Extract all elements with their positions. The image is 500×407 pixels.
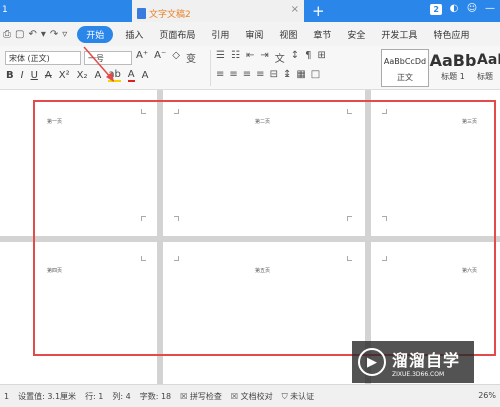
ribbon: 宋体 (正文) 一号 A⁺ A⁻ ◇ 变 B I U A X² X₂ A ab …	[0, 46, 500, 90]
arrow-icon	[83, 46, 114, 82]
menu-bar: ⎙ ▢ ↶ ▾ ↷ ▿ 开始 插入 页面布局 引用 审阅 视图 章节 安全 开发…	[0, 22, 500, 46]
tab-active-document[interactable]: 文字文稿2 ×	[132, 0, 304, 22]
window-count-badge[interactable]: 2	[430, 3, 442, 15]
phonetic-icon[interactable]: 变	[186, 50, 196, 65]
status-word-count[interactable]: 字数: 18	[140, 391, 171, 402]
tab-start[interactable]: 开始	[77, 25, 114, 43]
style-name: 标题	[477, 72, 493, 81]
bullet-list-icon[interactable]: ☰	[216, 50, 225, 65]
watermark-url: ZIXUE.3D66.COM	[392, 370, 445, 378]
title-bar: 1 文字文稿2 × + 2 ◐ ☺ —	[0, 0, 500, 22]
auth-label: 未认证	[290, 391, 315, 401]
line-spacing-icon[interactable]: ↨	[283, 69, 291, 80]
chinese-layout-icon[interactable]: 文	[275, 50, 285, 65]
strikethrough-icon[interactable]: A	[45, 70, 52, 81]
style-normal[interactable]: AaBbCcDd 正文	[381, 49, 429, 87]
auth-status[interactable]: ⛉ 未认证	[282, 391, 315, 402]
tab-review[interactable]: 审阅	[237, 28, 271, 41]
ribbon-separator	[210, 50, 211, 86]
style-heading[interactable]: AaE 标题	[477, 49, 500, 87]
redo-icon[interactable]: ↷	[50, 29, 58, 40]
increase-indent-icon[interactable]: ⇥	[260, 50, 268, 65]
show-marks-icon[interactable]: ¶	[305, 50, 311, 65]
print-preview-icon[interactable]: ⎙	[3, 29, 11, 40]
distribute-icon[interactable]: ⊟	[270, 69, 278, 80]
tab-security[interactable]: 安全	[339, 28, 373, 41]
shading-icon[interactable]: ▦	[296, 69, 305, 80]
status-setting[interactable]: 设置值: 3.1厘米	[18, 391, 76, 402]
spell-check-label: 拼写检查	[189, 391, 222, 401]
quick-access-toolbar: ⎙ ▢ ↶ ▾ ↷ ▿	[3, 29, 67, 40]
doc-proof-button[interactable]: ☒ 文档校对	[231, 391, 273, 402]
spell-check-icon: ☒	[180, 391, 188, 401]
align-left-icon[interactable]: ≡	[216, 69, 224, 80]
status-row: 行: 1	[85, 391, 104, 401]
italic-button[interactable]: I	[21, 70, 24, 81]
minimize-icon[interactable]: —	[484, 3, 496, 15]
grow-font-icon[interactable]: A⁺	[136, 50, 148, 65]
justify-icon[interactable]: ≡	[256, 69, 264, 80]
style-preview: AaBbCcDd	[383, 56, 427, 66]
shrink-font-icon[interactable]: A⁻	[154, 50, 166, 65]
highlight-frame	[33, 100, 496, 356]
new-tab-button[interactable]: +	[312, 2, 325, 20]
numbered-list-icon[interactable]: ☷	[231, 50, 240, 65]
tab-page-layout[interactable]: 页面布局	[151, 28, 203, 41]
char-border-icon[interactable]: A	[142, 70, 149, 81]
play-logo-icon: ▶	[358, 348, 386, 376]
shield-icon: ⛉	[281, 391, 288, 401]
watermark-text: 溜溜自学 ZIXUE.3D66.COM	[392, 347, 460, 378]
skin-icon[interactable]: ◐	[448, 3, 460, 15]
spell-check-button[interactable]: ☒ 拼写检查	[180, 391, 222, 402]
chevron-down-icon[interactable]: ▾	[41, 29, 46, 40]
tab-developer[interactable]: 开发工具	[373, 28, 425, 41]
styles-gallery: AaBbCcDd 正文 AaBb 标题 1 AaE 标题	[381, 49, 500, 87]
style-preview: AaE	[477, 52, 500, 68]
clear-format-icon[interactable]: ◇	[172, 50, 180, 65]
superscript-icon[interactable]: X²	[59, 70, 70, 81]
tab-insert[interactable]: 插入	[117, 28, 151, 41]
preview-icon[interactable]: ▢	[15, 29, 24, 40]
tab-special-apps[interactable]: 特色应用	[425, 28, 477, 41]
undo-icon[interactable]: ↶	[28, 29, 36, 40]
customize-icon[interactable]: ▿	[62, 29, 67, 40]
proof-icon: ☒	[230, 391, 239, 401]
tab-chapter[interactable]: 章节	[305, 28, 339, 41]
doc-proof-label: 文档校对	[240, 391, 273, 401]
sort-icon[interactable]: ↕	[291, 50, 299, 65]
watermark-title: 溜溜自学	[392, 350, 461, 370]
align-center-icon[interactable]: ≡	[229, 69, 237, 80]
status-col: 列: 4	[112, 391, 131, 401]
style-heading-1[interactable]: AaBb 标题 1	[429, 49, 477, 87]
tab-references[interactable]: 引用	[203, 28, 237, 41]
align-right-icon[interactable]: ≡	[243, 69, 251, 80]
status-page[interactable]: 1	[4, 392, 9, 401]
table-border-icon[interactable]: ⊞	[317, 50, 325, 65]
watermark: ▶ 溜溜自学 ZIXUE.3D66.COM	[352, 341, 474, 383]
status-bar: 1 设置值: 3.1厘米 行: 1 列: 4 字数: 18 ☒ 拼写检查 ☒ 文…	[0, 384, 500, 407]
style-preview: AaBb	[429, 50, 477, 70]
document-area[interactable]: 第一页 第二页 第三页 第四页 第五页 第六页	[0, 46, 500, 384]
tab-previous-document[interactable]: 1	[0, 0, 132, 22]
document-icon	[137, 8, 146, 19]
tab-active-label: 文字文稿2	[149, 10, 191, 20]
style-name: 标题 1	[441, 72, 465, 81]
border-icon[interactable]: □	[311, 69, 320, 80]
bold-button[interactable]: B	[6, 70, 14, 81]
decrease-indent-icon[interactable]: ⇤	[246, 50, 254, 65]
style-name: 正文	[397, 73, 413, 82]
font-name-select[interactable]: 宋体 (正文)	[5, 51, 81, 65]
zoom-level[interactable]: 26%	[478, 391, 496, 400]
underline-button[interactable]: U	[31, 70, 38, 81]
user-icon[interactable]: ☺	[466, 3, 478, 15]
tab-view[interactable]: 视图	[271, 28, 305, 41]
font-color-icon[interactable]: A	[127, 69, 135, 82]
close-icon[interactable]: ×	[291, 4, 299, 15]
